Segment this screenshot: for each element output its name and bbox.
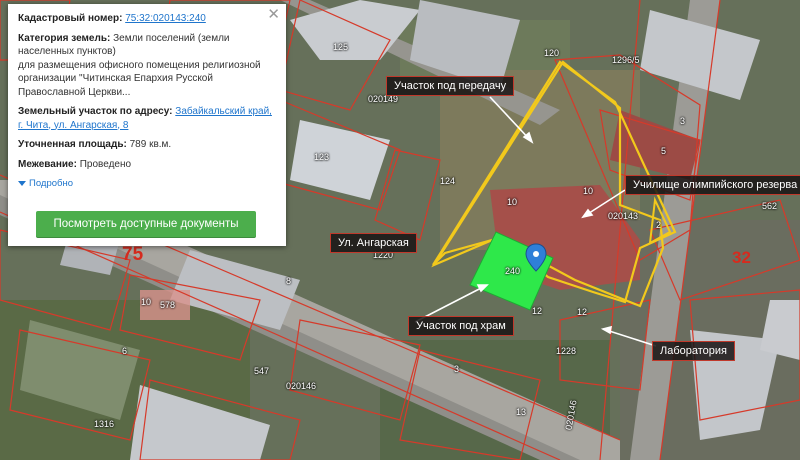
map-number: 020146 — [286, 381, 317, 391]
address-label: Земельный участок по адресу: — [18, 106, 173, 117]
callout-street: Ул. Ангарская — [330, 233, 417, 253]
map-number: 10 — [583, 186, 594, 196]
map-number: 12 — [532, 306, 543, 316]
callout-transfer-plot: Участок под передачу — [386, 76, 515, 96]
map-number: 3 — [454, 364, 460, 374]
details-label: Подробно — [29, 178, 73, 189]
map-number: 120 — [544, 48, 560, 58]
map-number: 5 — [661, 146, 667, 156]
purpose-text: для размещения офисного помещения религи… — [18, 59, 261, 98]
survey-value: Проведено — [79, 158, 132, 170]
map-number: 8 — [286, 276, 292, 286]
map-number: 1296/5 — [612, 55, 640, 65]
map-number: 124 — [440, 176, 456, 186]
quarter-number: 32 — [732, 248, 751, 267]
map-number: 1316 — [94, 419, 115, 429]
category-row: Категория земель: Земли поселений (земли… — [18, 32, 276, 100]
map-number: 547 — [254, 366, 270, 376]
address-row: Земельный участок по адресу: Забайкальск… — [18, 105, 276, 132]
cadastral-row: Кадастровый номер: 75:32:020143:240 — [18, 12, 276, 26]
area-value: 789 кв.м. — [129, 139, 172, 150]
cadastral-label: Кадастровый номер: — [18, 13, 123, 24]
quarter-number: 75 — [122, 244, 144, 265]
map-number: 10 — [507, 197, 518, 207]
category-label: Категория земель: — [18, 32, 111, 44]
chevron-down-icon — [18, 181, 26, 187]
parcel-info-popup: ✕ Кадастровый номер: 75:32:020143:240 Ка… — [8, 4, 286, 246]
map-number: 3 — [680, 116, 686, 126]
map-number: 562 — [762, 201, 778, 211]
map-number: 1228 — [556, 346, 577, 356]
survey-label: Межевание: — [18, 158, 77, 170]
callout-temple-plot: Участок под храм — [408, 316, 514, 336]
details-toggle[interactable]: Подробно — [18, 177, 73, 191]
map-number: 6 — [122, 346, 128, 356]
map-number: 125 — [333, 42, 349, 52]
area-row: Уточненная площадь: 789 кв.м. — [18, 138, 276, 152]
map-number: 12 — [577, 307, 588, 317]
map-number: 13 — [516, 407, 527, 417]
area-label: Уточненная площадь: — [18, 139, 127, 150]
callout-olympic-school: Училище олимпийского резерва — [625, 175, 800, 195]
survey-row: Межевание: Проведено — [18, 158, 276, 172]
map-number: 2 — [656, 220, 662, 230]
map-number: 578 — [160, 300, 176, 310]
map-number: 020143 — [608, 211, 639, 221]
close-icon[interactable]: ✕ — [267, 6, 280, 24]
map-number: 123 — [314, 152, 330, 162]
cadastral-number-link[interactable]: 75:32:020143:240 — [125, 13, 206, 24]
callout-laboratory: Лаборатория — [652, 341, 735, 361]
map-number: 240 — [505, 266, 521, 276]
view-documents-button[interactable]: Посмотреть доступные документы — [36, 211, 256, 237]
map-number: 10 — [141, 297, 152, 307]
